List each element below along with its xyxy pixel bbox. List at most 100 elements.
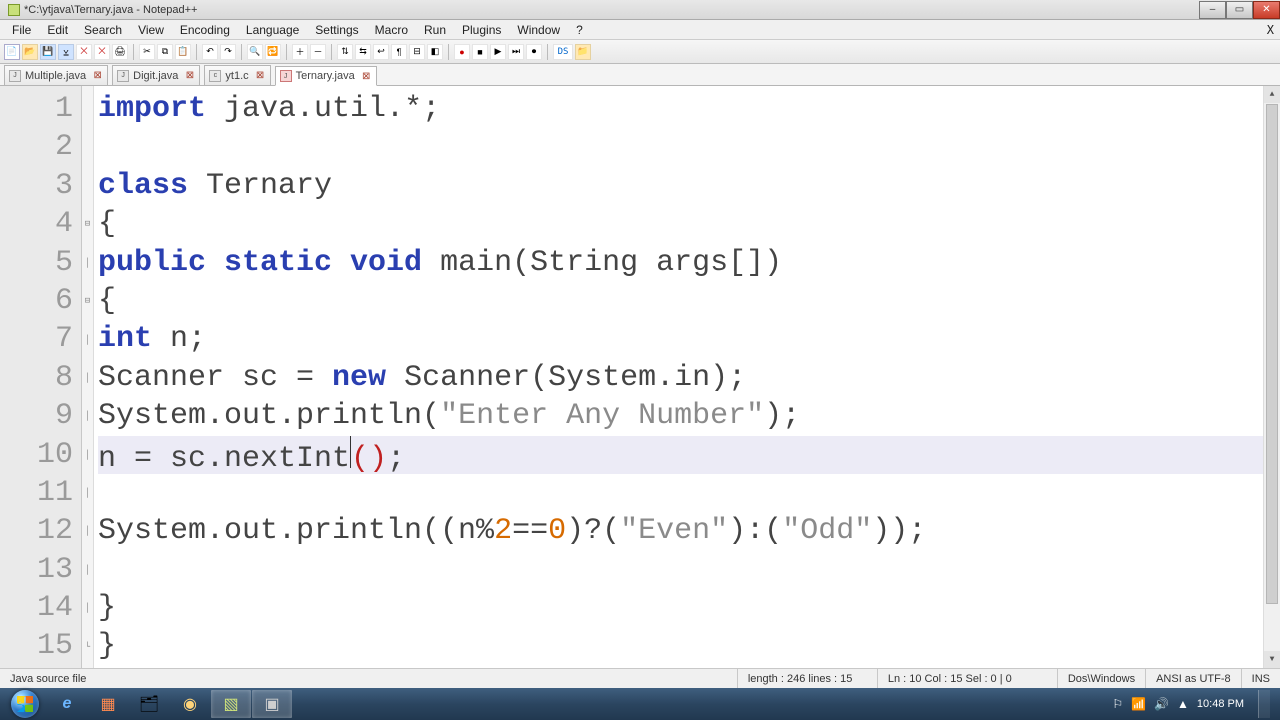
status-bar: Java source file length : 246 lines : 15… [0, 668, 1280, 688]
line-number: 11 [0, 474, 81, 512]
menu-view[interactable]: View [130, 21, 172, 39]
menu-help[interactable]: ? [568, 21, 591, 39]
tray-network-icon[interactable]: 📶 [1131, 697, 1146, 711]
scroll-down-icon[interactable]: ▼ [1264, 651, 1280, 668]
record-macro-icon[interactable]: ● [454, 44, 470, 60]
start-button[interactable] [4, 689, 46, 719]
save-all-icon[interactable]: ⩣ [58, 44, 74, 60]
save-icon[interactable]: 💾 [40, 44, 56, 60]
toolbar-sep [241, 44, 242, 60]
paste-icon[interactable]: 📋 [175, 44, 191, 60]
undo-icon[interactable]: ↶ [202, 44, 218, 60]
system-tray[interactable]: ⚐ 📶 🔊 ▲ 10:48 PM [1112, 690, 1276, 718]
code-line [98, 551, 1280, 589]
sync-h-icon[interactable]: ⇆ [355, 44, 371, 60]
tab-digit-java[interactable]: J Digit.java ⊠ [112, 65, 200, 85]
cut-icon[interactable]: ✂ [139, 44, 155, 60]
show-desktop-button[interactable] [1258, 690, 1270, 718]
play-macro-icon[interactable]: ▶ [490, 44, 506, 60]
menu-language[interactable]: Language [238, 21, 307, 39]
taskbar-powerpoint-icon[interactable]: ▦ [88, 690, 128, 718]
code-line: import java.util.*; [98, 90, 1280, 128]
tab-label: Digit.java [133, 70, 178, 82]
sync-v-icon[interactable]: ⇅ [337, 44, 353, 60]
menu-encoding[interactable]: Encoding [172, 21, 238, 39]
toolbar-sep [331, 44, 332, 60]
menu-window[interactable]: Window [509, 21, 568, 39]
vertical-scrollbar[interactable]: ▲ ▼ [1263, 86, 1280, 668]
taskbar-ie-icon[interactable]: e [47, 690, 87, 718]
menu-file[interactable]: File [4, 21, 39, 39]
file-icon: J [9, 70, 21, 82]
maximize-button[interactable]: ▭ [1226, 1, 1253, 19]
windows-orb-icon [11, 690, 39, 718]
close-button[interactable]: ✕ [1253, 1, 1280, 19]
close-file-icon[interactable]: ⨉ [76, 44, 92, 60]
close-all-icon[interactable]: ⨉ [94, 44, 110, 60]
scroll-thumb[interactable] [1266, 104, 1278, 604]
taskbar-chrome-icon[interactable]: ◉ [170, 690, 210, 718]
tray-flag-icon[interactable]: ⚐ [1112, 697, 1123, 711]
tray-volume-icon[interactable]: 🔊 [1154, 697, 1169, 711]
window-title: *C:\ytjava\Ternary.java - Notepad++ [24, 4, 1199, 16]
status-encoding[interactable]: ANSI as UTF-8 [1146, 669, 1242, 688]
status-insert-mode[interactable]: INS [1242, 669, 1280, 688]
tab-close-icon[interactable]: ⊠ [92, 70, 103, 81]
menu-edit[interactable]: Edit [39, 21, 76, 39]
menu-macro[interactable]: Macro [367, 21, 416, 39]
file-icon: c [209, 70, 221, 82]
find-icon[interactable]: 🔍 [247, 44, 263, 60]
minimize-button[interactable]: – [1199, 1, 1226, 19]
tab-close-icon[interactable]: ⊠ [255, 70, 266, 81]
line-number: 3 [0, 167, 81, 205]
toolbar-sep [547, 44, 548, 60]
taskbar-cmd-icon[interactable]: ▣ [252, 690, 292, 718]
fold-marker-icon[interactable]: ⊟ [82, 205, 93, 243]
indent-guide-icon[interactable]: ⊟ [409, 44, 425, 60]
taskbar-notepadpp-icon[interactable]: ▧ [211, 690, 251, 718]
tab-label: Ternary.java [296, 70, 355, 82]
open-file-icon[interactable]: 📂 [22, 44, 38, 60]
editor-area[interactable]: 1 2 3 4 5 6 7 8 9 10 11 12 13 14 15 ⊟ │ … [0, 86, 1280, 668]
ds-icon[interactable]: DS [553, 44, 573, 60]
tab-bar: J Multiple.java ⊠ J Digit.java ⊠ c yt1.c… [0, 64, 1280, 86]
menu-close-x[interactable]: X [1267, 23, 1274, 37]
menu-search[interactable]: Search [76, 21, 130, 39]
stop-macro-icon[interactable]: ■ [472, 44, 488, 60]
line-number-gutter: 1 2 3 4 5 6 7 8 9 10 11 12 13 14 15 [0, 86, 82, 668]
code-line: System.out.println("Enter Any Number"); [98, 397, 1280, 435]
fold-marker-icon[interactable]: ⊟ [82, 282, 93, 320]
tab-multiple-java[interactable]: J Multiple.java ⊠ [4, 65, 108, 85]
menu-run[interactable]: Run [416, 21, 454, 39]
play-multi-icon[interactable]: ⏭ [508, 44, 524, 60]
replace-icon[interactable]: 🔁 [265, 44, 281, 60]
save-macro-icon[interactable]: ⏺ [526, 44, 542, 60]
code-area[interactable]: import java.util.*; class Ternary { publ… [94, 86, 1280, 668]
status-eol[interactable]: Dos\Windows [1058, 669, 1146, 688]
lang-icon[interactable]: ◧ [427, 44, 443, 60]
menu-settings[interactable]: Settings [307, 21, 366, 39]
code-line: { [98, 282, 1280, 320]
menu-plugins[interactable]: Plugins [454, 21, 509, 39]
file-icon: J [280, 70, 292, 82]
zoom-in-icon[interactable]: ＋ [292, 44, 308, 60]
line-number: 13 [0, 551, 81, 589]
redo-icon[interactable]: ↷ [220, 44, 236, 60]
show-all-chars-icon[interactable]: ¶ [391, 44, 407, 60]
print-icon[interactable]: 🖨 [112, 44, 128, 60]
tray-clock[interactable]: 10:48 PM [1197, 698, 1244, 710]
tab-close-icon[interactable]: ⊠ [361, 71, 372, 82]
scroll-up-icon[interactable]: ▲ [1264, 86, 1280, 103]
tray-action-icon[interactable]: ▲ [1177, 697, 1189, 711]
tab-ternary-java[interactable]: J Ternary.java ⊠ [275, 66, 377, 86]
zoom-out-icon[interactable]: － [310, 44, 326, 60]
code-line: } [98, 589, 1280, 627]
taskbar-explorer-icon[interactable]: 🗂 [129, 690, 169, 718]
copy-icon[interactable]: ⧉ [157, 44, 173, 60]
toolbar-sep [286, 44, 287, 60]
folder-tool-icon[interactable]: 📁 [575, 44, 591, 60]
new-file-icon[interactable]: 📄 [4, 44, 20, 60]
tab-yt1-c[interactable]: c yt1.c ⊠ [204, 65, 270, 85]
wrap-icon[interactable]: ↩ [373, 44, 389, 60]
tab-close-icon[interactable]: ⊠ [184, 70, 195, 81]
